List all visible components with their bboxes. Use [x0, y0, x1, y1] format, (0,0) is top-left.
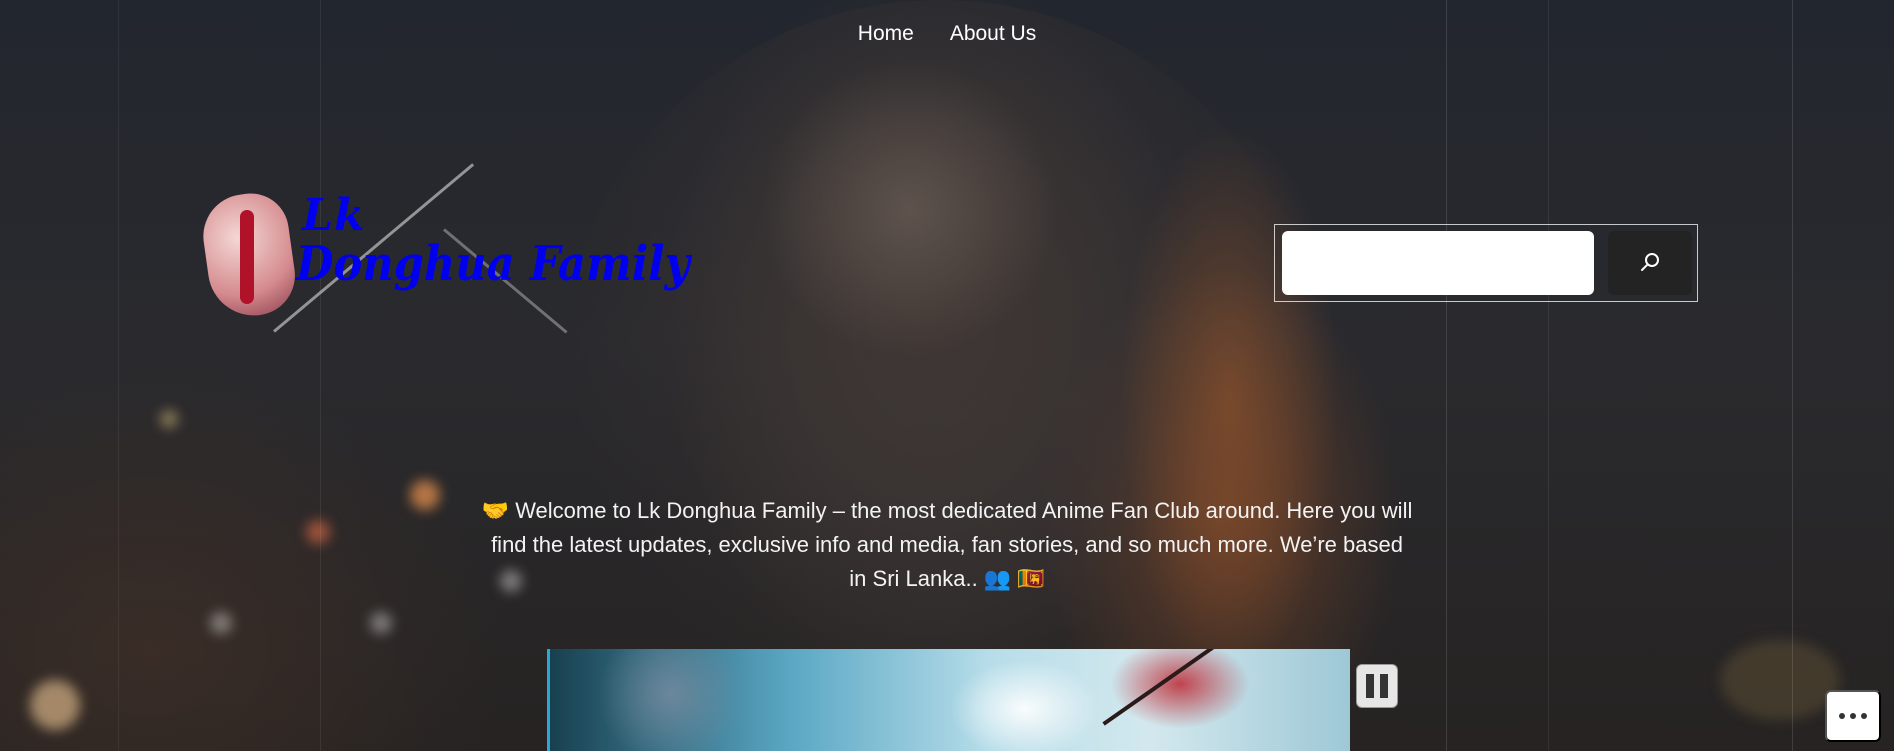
- street-light: [210, 612, 232, 634]
- primary-navigation: Home About Us: [0, 22, 1894, 46]
- people-flag-emoji: 👥 🇱🇰: [983, 566, 1045, 591]
- nav-item-about-us[interactable]: About Us: [950, 22, 1036, 46]
- search-form: [1274, 224, 1698, 302]
- street-light: [1720, 640, 1840, 720]
- rain-streak: [1548, 0, 1549, 751]
- media-artwork-creature: [590, 649, 750, 751]
- street-light: [30, 680, 80, 730]
- pause-button[interactable]: [1356, 664, 1398, 708]
- site-logo[interactable]: Lk Donghua Family: [197, 163, 690, 334]
- search-input[interactable]: [1282, 231, 1594, 295]
- ellipsis-icon: [1839, 713, 1845, 719]
- media-artwork-wings: [950, 659, 1100, 751]
- search-icon: [1638, 250, 1662, 277]
- logo-title-line1: Lk: [302, 190, 366, 241]
- street-light: [306, 520, 330, 544]
- logo-title-line2: Donghua Family: [296, 236, 690, 292]
- rain-streak: [320, 0, 321, 751]
- pause-icon-bar: [1380, 674, 1388, 698]
- handshake-emoji: 🤝: [481, 498, 510, 523]
- rain-streak: [118, 0, 119, 751]
- welcome-message: 🤝 Welcome to Lk Donghua Family – the mos…: [480, 494, 1414, 596]
- rain-streak: [1446, 0, 1447, 751]
- media-slider[interactable]: [547, 649, 1350, 751]
- street-light: [370, 612, 392, 634]
- ellipsis-icon-dot: [1850, 713, 1856, 719]
- street-light: [410, 480, 440, 510]
- rain-streak: [1792, 0, 1793, 751]
- ellipsis-icon-dot: [1861, 713, 1867, 719]
- street-light: [160, 410, 178, 428]
- media-artwork-warrior: [1110, 649, 1250, 729]
- search-button[interactable]: [1608, 231, 1692, 295]
- character-face-shape: [760, 60, 1060, 360]
- hood-shape: [1120, 120, 1340, 680]
- more-options-button[interactable]: [1825, 690, 1881, 742]
- nav-item-home[interactable]: Home: [858, 22, 914, 46]
- logo-character-figure: [240, 210, 254, 304]
- pause-icon: [1366, 674, 1374, 698]
- welcome-text: Welcome to Lk Donghua Family – the most …: [491, 498, 1413, 591]
- background-scene: [0, 0, 1894, 751]
